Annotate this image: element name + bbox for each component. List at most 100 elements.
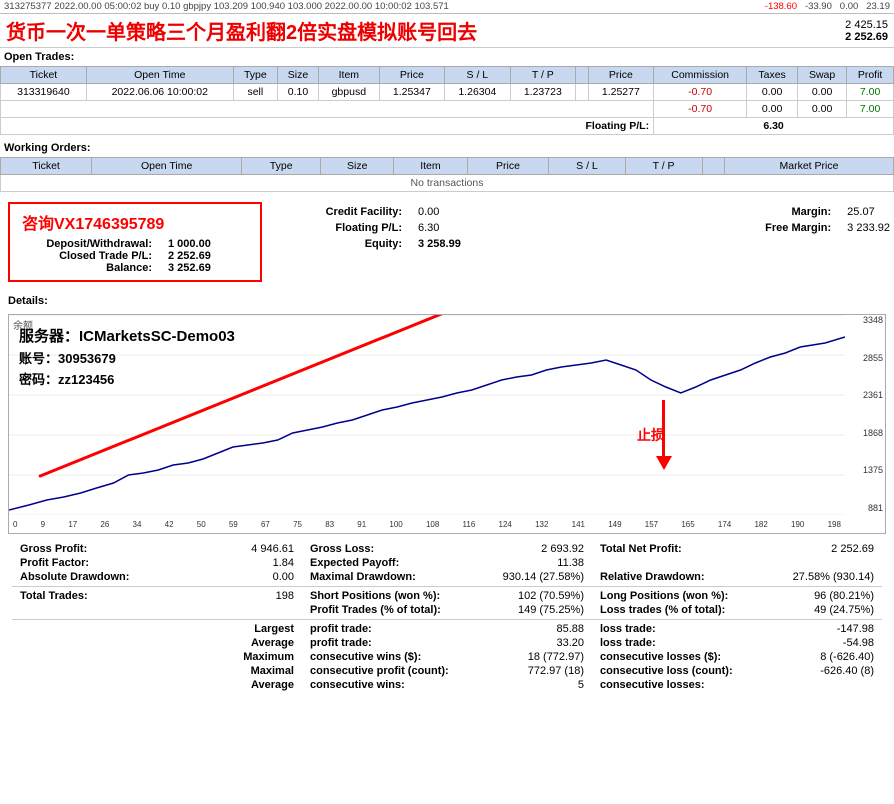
details-section: Details: 余额 3348 2855 2361 1868 1375 881 — [0, 290, 894, 698]
subtotal-swap: 0.00 — [797, 101, 846, 118]
abs-drawdown-label: Absolute Drawdown: — [20, 571, 129, 583]
total-net-profit-label: Total Net Profit: — [600, 543, 682, 555]
abs-drawdown-value: 0.00 — [273, 571, 294, 583]
largest-profit-value: 85.88 — [556, 623, 584, 635]
wo-col-sl: S / L — [549, 158, 625, 175]
wo-col-price: Price — [467, 158, 549, 175]
closed-pl-label: Closed Trade P/L: — [22, 250, 152, 262]
total-trades-label: Total Trades: — [20, 590, 88, 602]
account-label: 账号：30953679 — [19, 349, 235, 370]
col-profit: Profit — [847, 67, 894, 84]
col-item: Item — [319, 67, 380, 84]
summary-right: Margin: 25.07 Free Margin: 3 233.92 — [741, 198, 890, 242]
col-price2: Price — [588, 67, 653, 84]
wo-col-size: Size — [321, 158, 394, 175]
gross-profit-value: 4 946.61 — [251, 543, 294, 555]
password-label: 密码：zz123456 — [19, 370, 235, 391]
largest-label: Largest — [254, 623, 294, 635]
subtotal-commission: -0.70 — [654, 101, 747, 118]
short-pos-value: 102 (70.59%) — [518, 590, 584, 602]
largest-loss-value: -147.98 — [837, 623, 874, 635]
stop-loss-label: 止损 — [637, 425, 665, 445]
max-cons-wins-label: consecutive wins ($): — [310, 651, 421, 663]
trade-blank — [576, 84, 589, 101]
rel-drawdown-label: Relative Drawdown: — [600, 571, 705, 583]
equity-value: 3 258.99 — [418, 238, 498, 250]
trade-price2: 1.25277 — [588, 84, 653, 101]
credit-value: 0.00 — [418, 206, 498, 218]
summary-contact: 咨询VX1746395789 — [22, 210, 248, 234]
equity-label: Equity: — [282, 238, 402, 250]
top-bar-text: 313275377 2022.00.00 05:00:02 buy 0.10 g… — [4, 1, 449, 12]
loss-trades-value: 49 (24.75%) — [814, 604, 874, 616]
trade-sl: 1.26304 — [445, 84, 510, 101]
col-size: Size — [277, 67, 318, 84]
long-pos-label: Long Positions (won %): — [600, 590, 728, 602]
col-sl: S / L — [445, 67, 510, 84]
summary-mid: Credit Facility: 0.00 Floating P/L: 6.30… — [266, 198, 514, 258]
avg-loss-value: -54.98 — [843, 637, 874, 649]
summary-box: 咨询VX1746395789 Deposit/Withdrawal: 1 000… — [8, 202, 262, 282]
working-orders-table: Ticket Open Time Type Size Item Price S … — [0, 157, 894, 192]
maximal-label: Maximal — [251, 665, 294, 677]
margin-row: Margin: 25.07 — [741, 206, 890, 218]
maximum-label: Maximum — [243, 651, 294, 663]
trade-profit: 7.00 — [847, 84, 894, 101]
y-axis: 3348 2855 2361 1868 1375 881 — [845, 315, 885, 513]
deposit-value: 1 000.00 — [168, 238, 248, 250]
deposit-label: Deposit/Withdrawal: — [22, 238, 152, 250]
avg-profit-value: 33.20 — [556, 637, 584, 649]
floating-pl-label: Floating P/L: — [1, 118, 654, 135]
max-cons-loss2-value: -626.40 (8) — [820, 665, 874, 677]
max-cons-losses-value: 8 (-626.40) — [820, 651, 874, 663]
balance-label: Balance: — [22, 262, 152, 274]
x-axis: 0 9 17 26 34 42 50 59 67 75 83 91 100 10… — [9, 515, 845, 533]
trade-commission: -0.70 — [654, 84, 747, 101]
trade-swap: 0.00 — [797, 84, 846, 101]
balance-value: 3 252.69 — [168, 262, 248, 274]
trade-type: sell — [233, 84, 277, 101]
no-transactions: No transactions — [1, 175, 894, 192]
balance-row: Balance: 3 252.69 — [22, 262, 248, 274]
max-cons-losses-label: consecutive losses ($): — [600, 651, 721, 663]
floating-label: Floating P/L: — [282, 222, 402, 234]
max-cons-loss2-label: consecutive loss (count): — [600, 665, 733, 677]
stats-grid: Gross Profit: 4 946.61 Gross Loss: 2 693… — [4, 538, 890, 696]
summary-section: 咨询VX1746395789 Deposit/Withdrawal: 1 000… — [0, 194, 894, 290]
profit-trades-label: Profit Trades (% of total): — [310, 604, 441, 616]
top-bar-closed: -138.60 -33.90 0.00 23.19 — [765, 1, 890, 12]
gross-profit-label: Gross Profit: — [20, 543, 87, 555]
profit-factor-value: 1.84 — [273, 557, 294, 569]
open-trades-label: Open Trades: — [0, 48, 894, 66]
gross-loss-label: Gross Loss: — [310, 543, 374, 555]
gross-loss-value: 2 693.92 — [541, 543, 584, 555]
details-label: Details: — [4, 292, 890, 310]
margin-value: 25.07 — [847, 206, 875, 218]
average2-label: Average — [251, 679, 294, 691]
col-swap: Swap — [797, 67, 846, 84]
max-drawdown-value: 930.14 (27.58%) — [503, 571, 584, 583]
top-bar: 313275377 2022.00.00 05:00:02 buy 0.10 g… — [0, 0, 894, 14]
wo-col-blank — [702, 158, 724, 175]
trade-open-time: 2022.06.06 10:00:02 — [86, 84, 233, 101]
floating-pl-row: Floating P/L: 6.30 — [1, 118, 894, 135]
total-net-profit-value: 2 252.69 — [831, 543, 874, 555]
short-pos-label: Short Positions (won %): — [310, 590, 440, 602]
credit-row: Credit Facility: 0.00 — [282, 206, 498, 218]
closed-pl-value: 2 252.69 — [168, 250, 248, 262]
total-trades-value: 198 — [276, 590, 294, 602]
profit-trades-value: 149 (75.25%) — [518, 604, 584, 616]
max-drawdown-label: Maximal Drawdown: — [310, 571, 416, 583]
margin-label: Margin: — [741, 206, 831, 218]
profit-factor-label: Profit Factor: — [20, 557, 89, 569]
floating-pl-value: 6.30 — [654, 118, 894, 135]
deposit-row: Deposit/Withdrawal: 1 000.00 — [22, 238, 248, 250]
max-cons-wins-value: 18 (772.97) — [528, 651, 584, 663]
trade-tp: 1.23723 — [510, 84, 575, 101]
stats-row-1: Gross Profit: 4 946.61 Gross Loss: 2 693… — [12, 542, 882, 556]
working-orders-section: Working Orders: Ticket Open Time Type Si… — [0, 139, 894, 192]
chart-container: 余额 3348 2855 2361 1868 1375 881 止损 — [8, 314, 886, 534]
free-margin-value: 3 233.92 — [847, 222, 890, 234]
expected-payoff-value: 11.38 — [557, 557, 584, 569]
open-trades-section: Open Trades: Ticket Open Time Type Size … — [0, 48, 894, 135]
